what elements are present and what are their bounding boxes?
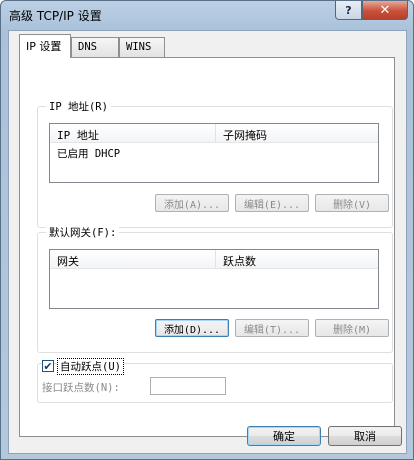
- column-gateway[interactable]: 网关: [50, 250, 216, 268]
- ip-add-button[interactable]: 添加(A)...: [155, 194, 229, 212]
- ip-address-group: IP 地址(R) IP 地址 子网掩码 已启用 DHCP 添加(A)... 编辑…: [37, 99, 393, 228]
- column-ip-address[interactable]: IP 地址: [50, 124, 216, 142]
- column-subnet-mask[interactable]: 子网掩码: [216, 124, 267, 142]
- tab-panel-ip-settings: IP 地址(R) IP 地址 子网掩码 已启用 DHCP 添加(A)... 编辑…: [19, 57, 395, 437]
- gateway-edit-button[interactable]: 编辑(T)...: [235, 319, 309, 337]
- column-metric[interactable]: 跃点数: [216, 250, 256, 268]
- ip-address-list[interactable]: IP 地址 子网掩码 已启用 DHCP: [49, 123, 379, 183]
- ip-list-header: IP 地址 子网掩码: [50, 124, 378, 143]
- auto-metric-label[interactable]: 自动跃点(U): [57, 358, 124, 375]
- gateway-add-button[interactable]: 添加(D)...: [155, 319, 229, 337]
- ok-button[interactable]: 确定: [247, 426, 321, 446]
- window-title: 高级 TCP/IP 设置: [9, 9, 102, 23]
- gateway-group: 默认网关(F): 网关 跃点数 添加(D)... 编辑(T)... 删除(M): [37, 225, 393, 353]
- dialog-window: 高级 TCP/IP 设置 ? ✕ IP 设置 DNS WINS IP 地址(R)…: [0, 0, 414, 460]
- mask-cell: [216, 143, 223, 161]
- ip-delete-button[interactable]: 删除(V): [315, 194, 389, 212]
- checkmark-icon[interactable]: ✔: [42, 360, 54, 372]
- close-button[interactable]: ✕: [362, 1, 408, 20]
- list-item[interactable]: 已启用 DHCP: [50, 143, 378, 161]
- tab-dns[interactable]: DNS: [71, 37, 119, 57]
- tab-wins[interactable]: WINS: [119, 37, 165, 57]
- interface-metric-label: 接口跃点数(N):: [42, 382, 120, 394]
- ip-address-legend: IP 地址(R): [46, 99, 111, 114]
- dialog-client: IP 设置 DNS WINS IP 地址(R) IP 地址 子网掩码 已启用 D…: [8, 30, 407, 454]
- gateway-list[interactable]: 网关 跃点数: [49, 249, 379, 309]
- tab-ip-settings[interactable]: IP 设置: [19, 34, 71, 58]
- gateway-list-header: 网关 跃点数: [50, 250, 378, 269]
- metric-group: ✔ 自动跃点(U) 接口跃点数(N):: [37, 358, 393, 403]
- gateway-legend: 默认网关(F):: [46, 225, 120, 240]
- ip-cell: 已启用 DHCP: [57, 148, 121, 160]
- help-button[interactable]: ?: [335, 1, 362, 20]
- cancel-button[interactable]: 取消: [328, 426, 402, 446]
- interface-metric-input[interactable]: [150, 377, 226, 395]
- ip-edit-button[interactable]: 编辑(E)...: [235, 194, 309, 212]
- gateway-delete-button[interactable]: 删除(M): [315, 319, 389, 337]
